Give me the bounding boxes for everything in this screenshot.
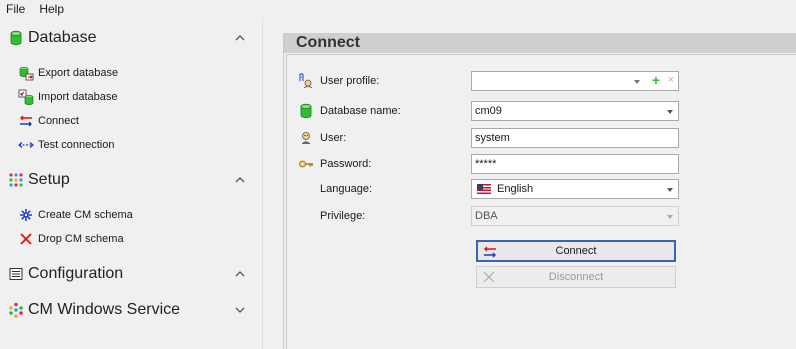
database-name-value: cm09 — [475, 105, 502, 117]
user-profile-label-row: User profile: — [298, 72, 379, 90]
password-label-row: Password: — [298, 155, 371, 173]
language-label: Language: — [320, 183, 372, 195]
connect-button[interactable]: Connect — [476, 240, 676, 262]
export-database-icon — [19, 67, 34, 81]
language-combo[interactable]: English — [471, 179, 679, 199]
sidebar-item-import-database[interactable]: Import database — [18, 88, 118, 106]
sidebar-divider — [262, 18, 263, 349]
section-configuration-header[interactable]: Configuration — [0, 261, 262, 287]
sidebar-item-export-database[interactable]: Export database — [18, 64, 118, 82]
dropdown-arrow-icon[interactable] — [667, 188, 673, 192]
us-flag-icon — [477, 184, 491, 194]
sidebar-item-label: Create CM schema — [38, 209, 133, 221]
chevron-up-icon[interactable] — [233, 267, 247, 281]
dropdown-arrow-icon[interactable] — [667, 110, 673, 114]
privilege-combo: DBA — [471, 206, 679, 226]
database-name-label-row: Database name: — [298, 102, 401, 120]
service-icon — [9, 302, 23, 318]
user-profile-combo[interactable]: + × — [471, 71, 679, 91]
key-icon — [299, 160, 313, 168]
panel-header: Connect — [284, 33, 796, 53]
section-title-service: CM Windows Service — [28, 301, 181, 318]
sidebar-item-label: Import database — [38, 91, 118, 103]
user-icon — [301, 132, 311, 145]
database-name-label: Database name: — [320, 105, 401, 117]
dropdown-arrow-icon[interactable] — [634, 80, 640, 84]
password-label: Password: — [320, 158, 372, 170]
sidebar-item-label: Drop CM schema — [38, 233, 124, 245]
chevron-up-icon[interactable] — [233, 173, 247, 187]
section-title-database: Database — [28, 29, 97, 46]
section-title-configuration: Configuration — [28, 265, 124, 282]
user-input[interactable]: system — [471, 128, 679, 148]
drop-schema-icon — [20, 233, 32, 245]
section-title-setup: Setup — [28, 171, 70, 188]
test-connection-icon — [18, 142, 34, 148]
sidebar-item-label: Test connection — [38, 139, 115, 151]
sidebar-item-drop-cm-schema[interactable]: Drop CM schema — [18, 230, 124, 248]
chevron-down-icon[interactable] — [233, 303, 247, 317]
sidebar-item-create-cm-schema[interactable]: Create CM schema — [18, 206, 133, 224]
sidebar-item-test-connection[interactable]: Test connection — [18, 136, 114, 154]
user-label: User: — [320, 132, 347, 144]
sidebar-item-label: Connect — [38, 115, 79, 127]
add-profile-icon[interactable]: + — [652, 72, 660, 88]
user-label-row: User: — [298, 129, 346, 147]
menu-bar: File Help — [0, 0, 796, 18]
menu-help[interactable]: Help — [39, 2, 64, 16]
connect-icon — [484, 246, 496, 258]
remove-profile-icon[interactable]: × — [668, 74, 674, 86]
user-value: system — [475, 132, 510, 144]
password-value: ***** — [475, 158, 497, 170]
section-service-header[interactable]: CM Windows Service — [0, 297, 262, 323]
sidebar-item-label: Export database — [38, 67, 119, 79]
language-value: English — [497, 183, 534, 195]
database-icon — [300, 103, 312, 119]
privilege-value: DBA — [475, 210, 498, 222]
dropdown-arrow-icon — [667, 215, 673, 219]
import-database-icon — [18, 89, 34, 105]
panel-title: Connect — [296, 34, 360, 51]
chevron-up-icon[interactable] — [233, 31, 247, 45]
sidebar: Database Export database Import database… — [0, 18, 262, 349]
section-setup-header[interactable]: Setup — [0, 167, 262, 193]
panel-body — [286, 54, 796, 349]
database-icon — [10, 30, 22, 46]
create-schema-icon — [20, 209, 32, 221]
privilege-label: Privilege: — [320, 210, 366, 222]
section-database-header[interactable]: Database — [0, 25, 262, 51]
connect-button-label: Connect — [555, 245, 597, 257]
language-label-row: Language: — [298, 180, 372, 198]
menu-file[interactable]: File — [6, 2, 25, 16]
user-profile-icon — [299, 73, 313, 89]
database-name-combo[interactable]: cm09 — [471, 101, 679, 121]
sidebar-item-connect[interactable]: Connect — [18, 112, 79, 130]
setup-icon — [9, 173, 23, 187]
configuration-icon — [9, 268, 23, 280]
disconnect-icon — [483, 271, 495, 283]
privilege-label-row: Privilege: — [298, 207, 365, 225]
password-input[interactable]: ***** — [471, 154, 679, 174]
disconnect-button-label: Disconnect — [548, 271, 604, 283]
connect-icon — [20, 115, 32, 127]
disconnect-button: Disconnect — [476, 266, 676, 288]
user-profile-label: User profile: — [320, 75, 380, 87]
